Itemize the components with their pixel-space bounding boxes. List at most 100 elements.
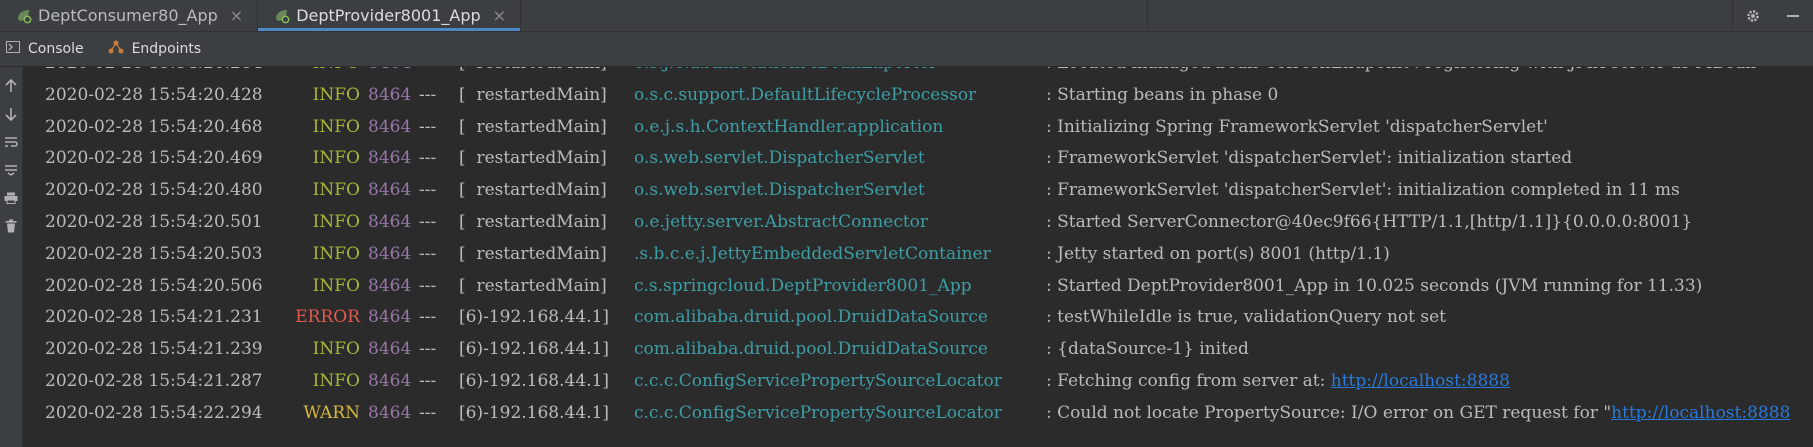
tab-label: DeptProvider8001_App — [296, 6, 481, 25]
log-timestamp: 2020-02-28 15:54:21.231 — [45, 307, 263, 328]
log-logger: o.s.c.support.DefaultLifecycleProcessor — [634, 84, 977, 105]
log-pid: 8464 — [368, 84, 412, 105]
spring-boot-app-icon — [274, 8, 290, 24]
log-message-text: : {dataSource-1} inited — [1046, 339, 1249, 360]
log-thread: [ restartedMain] — [459, 243, 607, 264]
spring-boot-app-icon — [16, 8, 32, 24]
log-message-text: : testWhileIdle is true, validationQuery… — [1046, 307, 1446, 328]
log-timestamp: 2020-02-28 15:54:20.506 — [45, 275, 263, 296]
tab-label: DeptConsumer80_App — [38, 6, 218, 25]
log-message-text: : Starting beans in phase 0 — [1046, 84, 1279, 105]
log-separator: --- — [419, 148, 437, 169]
log-message-text: : FrameworkServlet 'dispatcherServlet': … — [1046, 148, 1573, 169]
log-thread: [ restartedMain] — [459, 180, 607, 201]
log-message-text: : Jetty started on port(s) 8001 (http/1.… — [1046, 243, 1390, 264]
log-timestamp: 2020-02-28 15:54:20.469 — [45, 148, 263, 169]
log-link[interactable]: http://localhost:8888 — [1331, 371, 1510, 391]
log-pid: 8464 — [368, 275, 412, 296]
log-timestamp: 2020-02-28 15:54:20.468 — [45, 116, 263, 137]
log-timestamp: 2020-02-28 15:54:21.239 — [45, 339, 263, 360]
log-pid: 8464 — [368, 307, 412, 328]
log-timestamp: 2020-02-28 15:54:20.428 — [45, 84, 263, 105]
log-thread: [ restartedMain] — [459, 211, 607, 232]
log-thread: [6)-192.168.44.1] — [459, 370, 610, 391]
log-message: : Started ServerConnector@40ec9f66{HTTP/… — [1046, 207, 1692, 239]
log-message: : Jetty started on port(s) 8001 (http/1.… — [1046, 239, 1390, 271]
log-pid: 8464 — [368, 402, 412, 423]
log-thread: [ restartedMain] — [459, 84, 607, 105]
console-label: Console — [28, 41, 84, 57]
gear-icon[interactable] — [1733, 0, 1773, 31]
minimize-icon[interactable] — [1773, 0, 1813, 31]
log-logger: o.e.jetty.server.AbstractConnector — [634, 211, 929, 232]
endpoints-label: Endpoints — [131, 41, 202, 57]
run-tabs-bar: DeptConsumer80_App × DeptProvider8001_Ap… — [0, 0, 1813, 32]
scroll-to-end-icon[interactable] — [0, 159, 22, 181]
log-timestamp: 2020-02-28 15:54:22.294 — [45, 402, 263, 423]
log-separator: --- — [419, 275, 437, 296]
log-thread: [6)-192.168.44.1] — [459, 339, 610, 360]
tab-endpoints[interactable]: Endpoints — [102, 39, 220, 59]
log-level: INFO — [312, 148, 360, 169]
log-logger: .s.b.c.e.j.JettyEmbeddedServletContainer — [634, 243, 991, 264]
log-pid: 8464 — [368, 148, 412, 169]
log-pid: 8464 — [368, 211, 412, 232]
log-message: : Located managed bean 'refreshEndpoint'… — [1046, 67, 1756, 80]
log-thread: [ restartedMain] — [459, 67, 629, 80]
log-level: INFO — [312, 211, 360, 232]
log-level: INFO — [312, 339, 360, 360]
log-pid: 8464 — [368, 180, 412, 201]
log-logger: c.c.c.ConfigServicePropertySourceLocator — [634, 370, 1002, 391]
log-separator: --- — [419, 402, 437, 423]
close-icon[interactable]: × — [230, 6, 243, 25]
log-logger: o.s.web.servlet.DispatcherServlet — [634, 180, 925, 201]
log-level: INFO — [312, 275, 360, 296]
log-level: INFO — [268, 67, 360, 80]
log-message-text: : Started ServerConnector@40ec9f66{HTTP/… — [1046, 211, 1693, 232]
console-icon — [6, 41, 20, 57]
log-level: INFO — [312, 84, 360, 105]
log-separator: --- — [419, 116, 437, 137]
tab-console[interactable]: Console — [0, 41, 102, 57]
scroll-down-icon[interactable] — [0, 103, 22, 125]
log-pid: 8464 — [368, 116, 412, 137]
log-level: INFO — [312, 370, 360, 391]
tab-deptconsumer80-app[interactable]: DeptConsumer80_App × — [0, 0, 259, 31]
console-toolbar: Console Endpoints — [0, 32, 1813, 67]
tab-bar-spacer — [521, 0, 1147, 31]
scroll-up-icon[interactable] — [0, 75, 22, 97]
log-level: INFO — [312, 180, 360, 201]
log-logger: o.e.j.s.h.ContextHandler.application — [634, 116, 944, 137]
log-logger: com.alibaba.druid.pool.DruidDataSource — [634, 307, 988, 328]
log-timestamp: 2020-02-28 15:54:21.287 — [45, 370, 263, 391]
log-message: : FrameworkServlet 'dispatcherServlet': … — [1046, 143, 1572, 175]
trash-icon[interactable] — [0, 215, 22, 237]
log-separator: --- — [419, 84, 437, 105]
log-thread: [6)-192.168.44.1] — [459, 402, 610, 423]
log-message: : Starting beans in phase 0 — [1046, 80, 1278, 112]
tab-deptprovider8001-app[interactable]: DeptProvider8001_App × — [258, 0, 522, 31]
log-level: ERROR — [295, 307, 360, 328]
log-logger: com.alibaba.druid.pool.DruidDataSource — [634, 339, 988, 360]
print-icon[interactable] — [0, 187, 22, 209]
log-message-text: : FrameworkServlet 'dispatcherServlet': … — [1046, 180, 1680, 201]
log-logger: o.s.j.e.a.AnnotationMBeanExporter — [634, 67, 937, 80]
log-message: : Could not locate PropertySource: I/O e… — [1046, 398, 1790, 430]
log-message: : Started DeptProvider8001_App in 10.025… — [1046, 271, 1702, 303]
log-pid: 8464 — [368, 243, 412, 264]
log-logger: o.s.web.servlet.DispatcherServlet — [634, 148, 925, 169]
log-separator: --- — [419, 307, 437, 328]
console-output[interactable]: 2020-02-28 15:54:20.284 INFO 8464 --- [ rest… — [23, 67, 1813, 447]
log-link[interactable]: http://localhost:8888 — [1611, 403, 1790, 423]
log-level: WARN — [303, 402, 360, 423]
close-icon[interactable]: × — [493, 6, 506, 25]
soft-wrap-icon[interactable] — [0, 131, 22, 153]
log-message: : testWhileIdle is true, validationQuery… — [1046, 302, 1446, 334]
log-pid: 8464 — [368, 339, 412, 360]
log-thread: [ restartedMain] — [459, 148, 607, 169]
log-level: INFO — [312, 243, 360, 264]
log-thread: [ restartedMain] — [459, 275, 607, 296]
log-message: : FrameworkServlet 'dispatcherServlet': … — [1046, 175, 1680, 207]
log-message-text: : Started DeptProvider8001_App in 10.025… — [1046, 275, 1703, 296]
log-timestamp: 2020-02-28 15:54:20.503 — [45, 243, 263, 264]
